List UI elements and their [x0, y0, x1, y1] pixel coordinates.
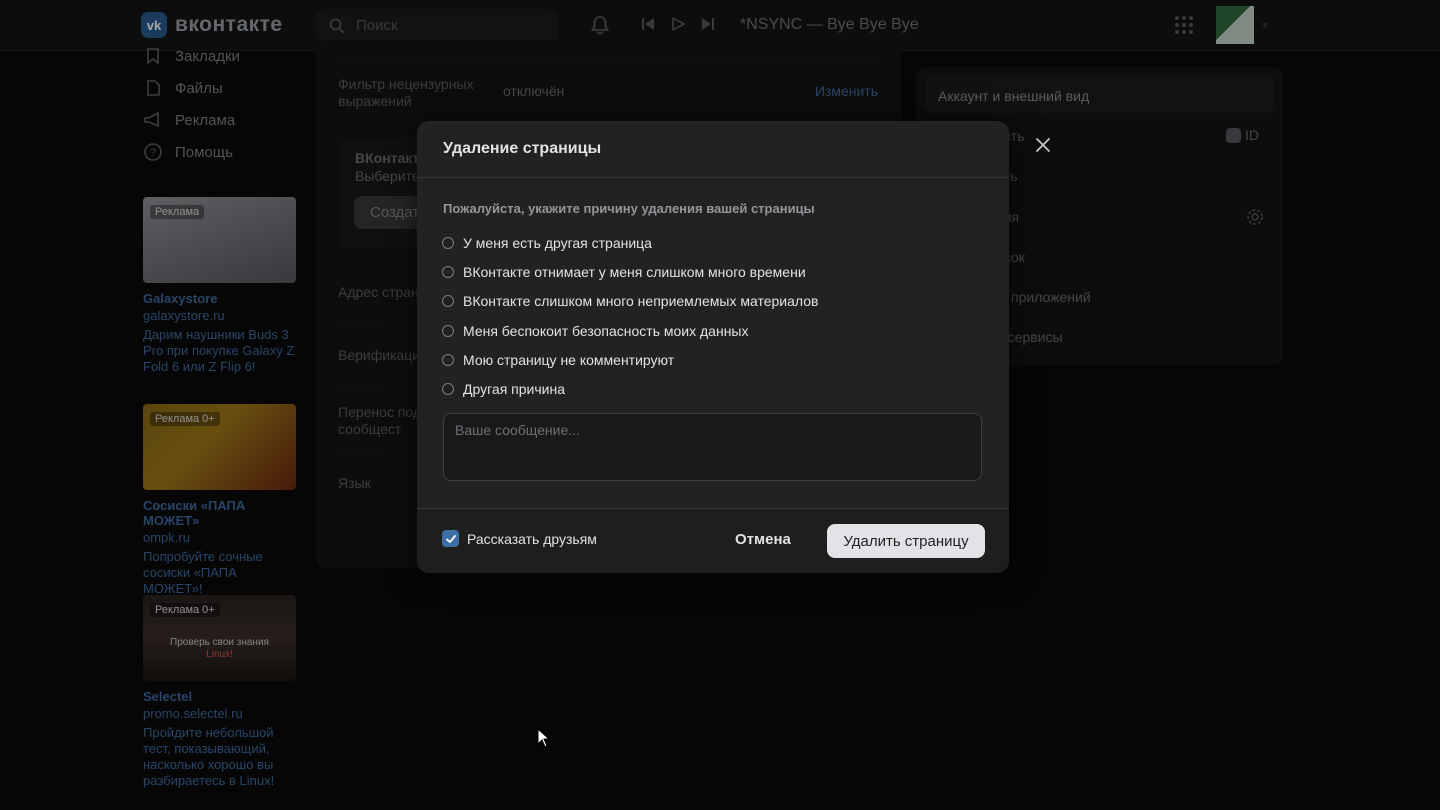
radio-button[interactable]: [442, 324, 454, 337]
radio-button[interactable]: [442, 383, 454, 396]
dialog-header: Удаление страницы: [417, 121, 1050, 178]
reason-label: Другая причина: [463, 381, 565, 398]
reason-prompt: Пожалуйста, укажите причину удаления ваш…: [443, 201, 815, 216]
tell-friends-label: Рассказать друзьям: [467, 530, 597, 547]
reason-option[interactable]: У меня есть другая страница: [442, 228, 818, 257]
reason-label: Мою страницу не комментируют: [463, 351, 675, 368]
reason-option[interactable]: Меня беспокоит безопасность моих данных: [442, 316, 818, 345]
radio-button[interactable]: [442, 236, 454, 249]
checkbox-checked[interactable]: [442, 530, 459, 547]
radio-button[interactable]: [442, 265, 454, 278]
radio-button[interactable]: [442, 353, 454, 366]
dialog-footer: Рассказать друзьям Отмена Удалить страни…: [417, 508, 1009, 573]
close-icon[interactable]: [1033, 135, 1053, 155]
reason-option[interactable]: ВКонтакте отнимает у меня слишком много …: [442, 257, 818, 286]
reason-option[interactable]: ВКонтакте слишком много неприемлемых мат…: [442, 287, 818, 316]
checkmark-icon: [445, 534, 456, 543]
cancel-button[interactable]: Отмена: [735, 531, 791, 548]
reason-radio-group: У меня есть другая страница ВКонтакте от…: [442, 228, 818, 404]
delete-page-dialog: Удаление страницы Пожалуйста, укажите пр…: [417, 121, 1050, 573]
reason-option[interactable]: Другая причина: [442, 374, 818, 403]
mouse-cursor-icon: [537, 728, 551, 748]
reason-label: ВКонтакте отнимает у меня слишком много …: [463, 263, 806, 280]
tell-friends-checkbox[interactable]: Рассказать друзьям: [442, 530, 597, 547]
dialog-title: Удаление страницы: [443, 140, 602, 157]
delete-page-button[interactable]: Удалить страницу: [827, 524, 985, 558]
message-textarea[interactable]: [443, 413, 982, 481]
reason-label: У меня есть другая страница: [463, 234, 652, 251]
radio-button[interactable]: [442, 295, 454, 308]
reason-label: ВКонтакте слишком много неприемлемых мат…: [463, 293, 819, 310]
reason-option[interactable]: Мою страницу не комментируют: [442, 345, 818, 374]
reason-label: Меня беспокоит безопасность моих данных: [463, 322, 749, 339]
